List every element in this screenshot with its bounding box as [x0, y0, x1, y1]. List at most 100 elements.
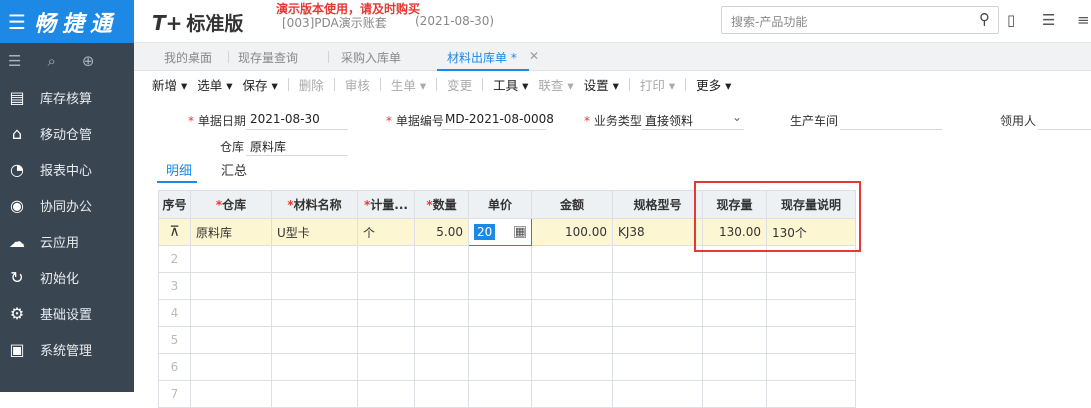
table-row[interactable]: 6: [158, 353, 856, 381]
print-button[interactable]: 打印 ▾: [640, 75, 675, 94]
cell-spec[interactable]: KJ38: [612, 218, 703, 246]
calculator-icon[interactable]: ▦: [514, 226, 526, 238]
col-header[interactable]: 单价: [468, 190, 532, 219]
tab-desktop[interactable]: 我的桌面: [164, 49, 212, 66]
tab-material-issue[interactable]: 材料出库单 *: [447, 49, 517, 66]
table-row[interactable]: 4: [158, 299, 856, 327]
table-row[interactable]: 3: [158, 272, 856, 300]
biz-type-underline: [642, 129, 744, 130]
logo-text: 畅捷通: [33, 11, 118, 37]
tab-purchase-receipt[interactable]: 采购入库单: [341, 49, 401, 66]
select-button[interactable]: 选单 ▾: [197, 75, 232, 94]
col-header[interactable]: *材料名称: [271, 190, 358, 219]
tab-summary[interactable]: 汇总: [221, 160, 247, 179]
toolbar-divider: [482, 78, 484, 91]
sidebar-item-label: 库存核算: [40, 91, 93, 107]
save-file-icon[interactable]: ▯: [1007, 11, 1015, 29]
sidebar-item-label: 移动仓管: [40, 127, 93, 143]
query-button[interactable]: 联查 ▾: [538, 75, 573, 94]
biz-type-label: * 业务类型: [584, 114, 642, 128]
cell-warehouse[interactable]: 原料库: [190, 218, 272, 246]
save-button[interactable]: 保存 ▾: [243, 75, 278, 94]
price-input[interactable]: 20 ▦: [468, 218, 532, 246]
col-header[interactable]: *计量...: [357, 190, 415, 219]
toolbar-divider: [379, 78, 381, 91]
search-icon[interactable]: ⚲: [979, 10, 990, 28]
generate-button[interactable]: 生单 ▾: [391, 75, 426, 94]
receiver-label: 领用人: [1000, 114, 1037, 128]
brand: T+ 标准版: [152, 9, 243, 36]
workshop-field[interactable]: [840, 129, 942, 130]
toolbar-divider: [628, 78, 630, 91]
row-number: 6: [158, 353, 191, 381]
more-button[interactable]: 更多 ▾: [696, 75, 731, 94]
chevron-down-icon[interactable]: ⌄: [732, 110, 742, 124]
close-icon[interactable]: ✕: [529, 49, 539, 63]
cell-qty[interactable]: 5.00: [414, 218, 469, 246]
doc-no-underline: [442, 129, 546, 130]
doc-no-label: * 单据编号: [386, 114, 444, 128]
tab-stock-query[interactable]: 现存量查询: [238, 49, 298, 66]
row-number: 5: [158, 326, 191, 354]
menu-icon[interactable]: ≡: [1077, 11, 1090, 29]
sidebar-item-label: 报表中心: [40, 163, 93, 179]
account-date: (2021-08-30): [415, 14, 495, 28]
sidebar-item-inventory-accounting[interactable]: ▤ 库存核算: [0, 79, 134, 115]
cell-material[interactable]: U型卡: [271, 218, 358, 246]
search-placeholder: 搜索-产品功能: [731, 15, 808, 29]
sidebar-item-label: 协同办公: [40, 199, 93, 215]
doc-no-field[interactable]: MD-2021-08-0008: [445, 112, 554, 126]
cell-amount[interactable]: 100.00: [531, 218, 613, 246]
settings-button[interactable]: 设置 ▾: [584, 75, 619, 94]
price-value[interactable]: 20: [474, 224, 496, 240]
date-field[interactable]: 2021-08-30: [250, 112, 320, 126]
sidebar-item-label: 系统管理: [40, 343, 93, 359]
table-row[interactable]: 5: [158, 326, 856, 354]
add-icon[interactable]: ⊕: [82, 52, 95, 70]
delete-button[interactable]: 删除: [299, 75, 324, 94]
receiver-field[interactable]: [1038, 129, 1091, 130]
subtab-indicator: [157, 181, 197, 183]
row-handle-icon[interactable]: ⊼: [158, 218, 191, 246]
account-name: [003]PDA演示账套: [282, 16, 387, 30]
logo: ☰ 畅捷通: [0, 0, 134, 43]
new-button[interactable]: 新增 ▾: [152, 75, 187, 94]
menu-icon[interactable]: ☰: [8, 52, 21, 70]
mobile-warehouse-icon: ⌂: [11, 123, 23, 143]
brand-name: 标准版: [186, 13, 244, 35]
settings-icon: ⚙: [9, 303, 25, 323]
col-header[interactable]: *仓库: [190, 190, 272, 219]
cell-unit[interactable]: 个: [357, 218, 415, 246]
table-row[interactable]: 7: [158, 380, 856, 408]
col-header[interactable]: 序号: [158, 190, 191, 219]
sidebar-item-basic-settings[interactable]: ⚙ 基础设置: [0, 295, 134, 331]
tab-divider: [328, 51, 329, 63]
tools-button[interactable]: 工具 ▾: [493, 75, 528, 94]
col-header[interactable]: *数量: [414, 190, 469, 219]
sidebar-item-init[interactable]: ↻ 初始化: [0, 259, 134, 295]
search-input[interactable]: 搜索-产品功能 ⚲: [721, 6, 999, 34]
task-list-icon[interactable]: ☰: [1042, 11, 1055, 29]
sidebar-item-mobile-warehouse[interactable]: ⌂ 移动仓管: [0, 115, 134, 151]
row-number: 3: [158, 272, 191, 300]
sidebar-item-label: 初始化: [40, 271, 80, 287]
col-header[interactable]: 规格型号: [612, 190, 703, 219]
search-icon[interactable]: ⌕: [47, 52, 55, 70]
audit-button[interactable]: 审核: [345, 75, 370, 94]
sidebar-item-cloud[interactable]: ☁ 云应用: [0, 223, 134, 259]
tab-detail[interactable]: 明细: [166, 160, 192, 179]
sidebar-item-collab[interactable]: ◉ 协同办公: [0, 187, 134, 223]
col-header[interactable]: 金额: [531, 190, 613, 219]
sidebar-item-report-center[interactable]: ◔ 报表中心: [0, 151, 134, 187]
warehouse-underline: [246, 155, 348, 156]
date-label: * 单据日期: [188, 114, 246, 128]
change-button[interactable]: 变更: [447, 75, 472, 94]
warehouse-field[interactable]: 原料库: [250, 138, 286, 155]
highlight-box: [694, 181, 861, 252]
row-number: 4: [158, 299, 191, 327]
biz-type-select[interactable]: 直接领料: [645, 112, 693, 129]
sidebar-item-system[interactable]: ▣ 系统管理: [0, 331, 134, 367]
top-header: T+ 标准版 演示版本使用，请及时购买 [003]PDA演示账套 (2021-0…: [134, 0, 1091, 43]
sidebar-quick-icons: ☰ ⌕ ⊕: [0, 43, 134, 79]
menu-toggle-icon[interactable]: ☰: [8, 10, 26, 34]
